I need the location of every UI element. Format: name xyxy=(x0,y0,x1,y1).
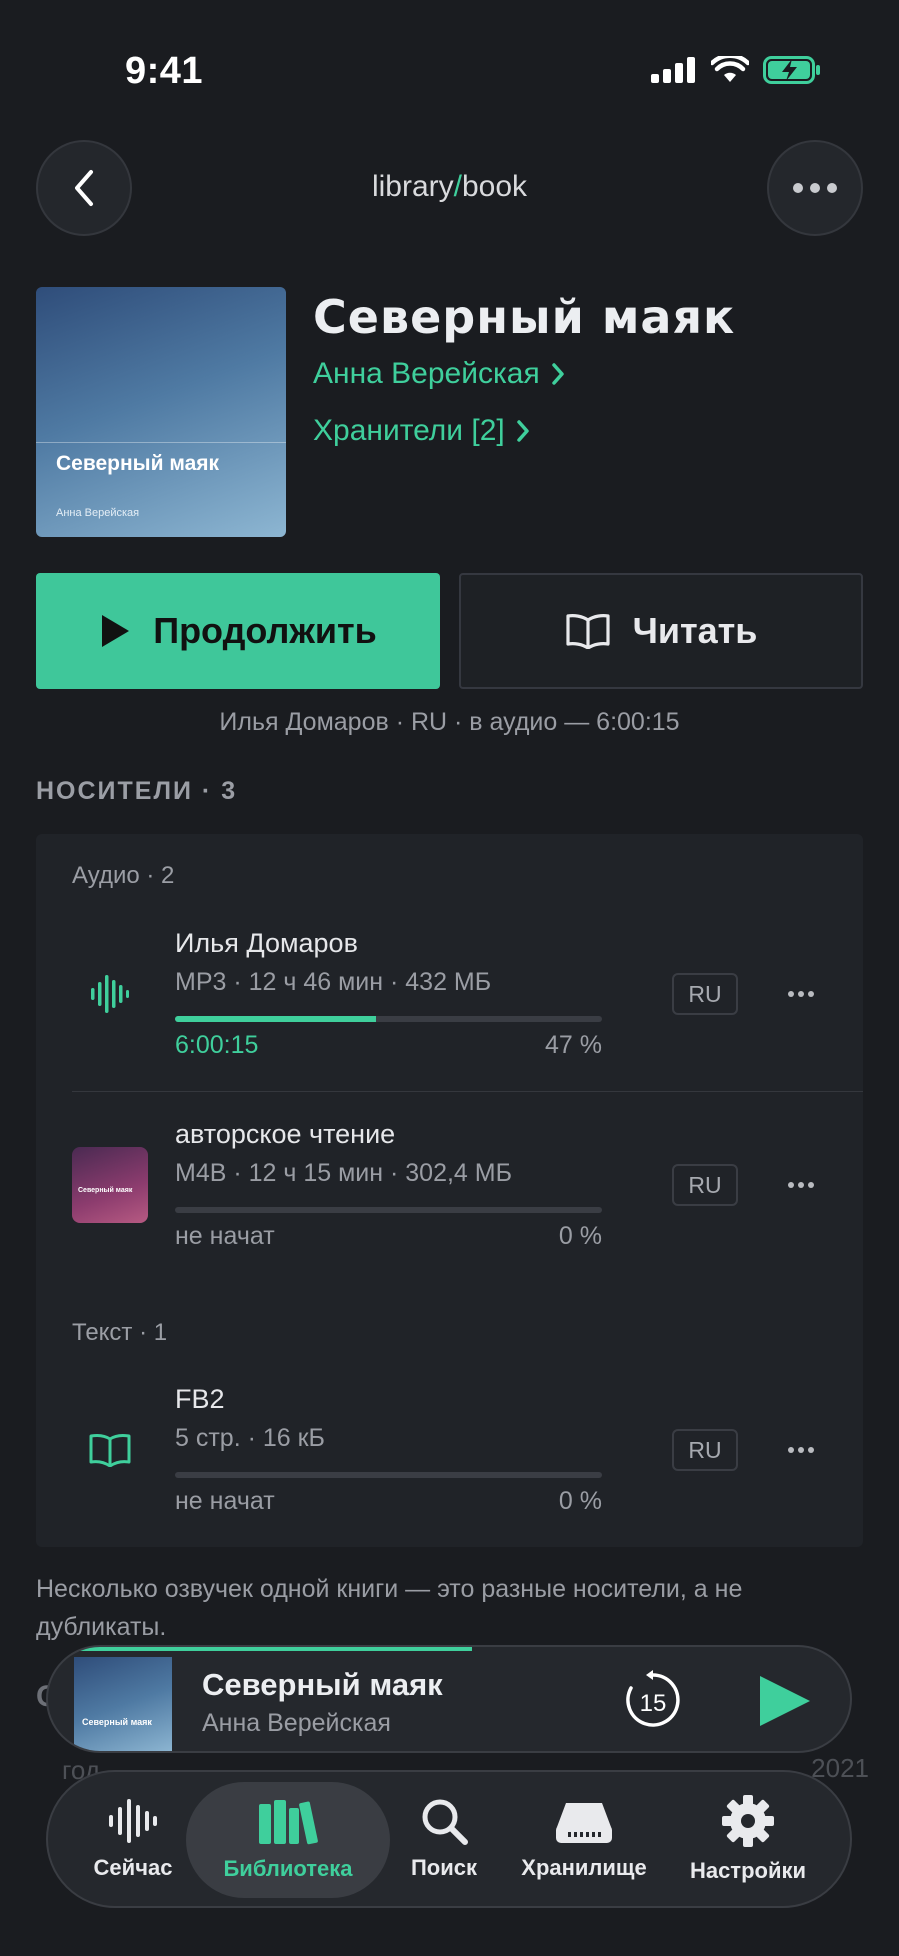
item-more-button[interactable] xyxy=(776,1170,826,1200)
more-horizontal-icon xyxy=(788,991,814,997)
play-icon xyxy=(102,615,130,647)
text-group-label: Текст · 1 xyxy=(72,1319,168,1346)
tab-label: Сейчас xyxy=(93,1855,173,1880)
media-item-status: не начат xyxy=(175,1487,275,1515)
mini-player-cover: Северный маяк xyxy=(74,1657,172,1751)
year-value: 2021 xyxy=(811,1753,869,1783)
book-open-icon xyxy=(72,1412,148,1488)
tab-now[interactable]: Сейчас xyxy=(78,1772,188,1906)
item-more-button[interactable] xyxy=(776,1435,826,1465)
battery-charging-icon xyxy=(763,56,820,84)
cover-title: Северный маяк xyxy=(56,452,220,475)
mini-player-progress xyxy=(78,1647,472,1651)
media-item-percent: 0 % xyxy=(558,1222,602,1250)
chevron-right-icon xyxy=(517,420,529,442)
search-icon xyxy=(422,1799,468,1845)
more-horizontal-icon xyxy=(788,1182,814,1188)
tab-bar: Сейчас Библиотека Поиск Хранилище Настро… xyxy=(46,1770,852,1908)
waveform-icon xyxy=(72,956,148,1032)
breadcrumb-parent[interactable]: library xyxy=(372,170,454,203)
audio-group-label: Аудио · 2 xyxy=(72,862,175,889)
media-item-progress xyxy=(175,1472,602,1478)
breadcrumb: library/book xyxy=(0,170,899,204)
svg-text:15: 15 xyxy=(640,1690,667,1717)
author-name: Анна Верейская xyxy=(313,357,540,390)
keepers-link[interactable]: Хранители [2] xyxy=(313,414,531,448)
cover-author: Анна Верейская xyxy=(56,507,140,519)
mini-player[interactable]: Северный маяк Северный маяк Анна Верейск… xyxy=(46,1645,852,1753)
mini-player-author: Анна Верейская xyxy=(202,1709,391,1737)
language-badge: RU xyxy=(672,973,738,1015)
media-item-title: Илья Домаров xyxy=(175,928,358,958)
books-icon xyxy=(259,1800,318,1845)
divider xyxy=(72,1091,863,1092)
media-item-text-fb2[interactable]: FB2 5 стр. · 16 кБ не начат 0 % RU xyxy=(36,1380,863,1520)
status-icons xyxy=(651,56,821,84)
item-more-button[interactable] xyxy=(776,979,826,1009)
media-item-meta: MP3 · 12 ч 46 мин · 432 МБ xyxy=(175,968,492,996)
media-note: Несколько озвучек одной книги — это разн… xyxy=(36,1575,743,1641)
media-section-header: НОСИТЕЛИ · 3 xyxy=(36,777,238,805)
book-open-icon xyxy=(565,614,610,649)
media-item-percent: 47 % xyxy=(545,1031,602,1059)
media-item-title: FB2 xyxy=(175,1384,225,1414)
media-thumbnail: Северный маяк xyxy=(72,1147,148,1223)
media-item-meta: M4B · 12 ч 15 мин · 302,4 МБ xyxy=(175,1159,513,1187)
tab-label: Поиск xyxy=(410,1855,478,1880)
media-item-progress xyxy=(175,1207,602,1213)
tab-label: Настройки xyxy=(689,1858,807,1883)
tab-label: Библиотека xyxy=(223,1856,353,1881)
breadcrumb-separator: / xyxy=(453,170,462,203)
waveform-icon xyxy=(109,1799,157,1843)
read-button[interactable]: Читать xyxy=(459,573,863,689)
narration-summary: Илья Домаров · RU · в аудио — 6:00:15 xyxy=(219,708,680,736)
mini-player-title: Северный маяк xyxy=(202,1667,443,1702)
keepers-label: Хранители [2] xyxy=(313,414,505,447)
tab-storage[interactable]: Хранилище xyxy=(514,1772,654,1906)
more-horizontal-icon xyxy=(793,183,837,193)
more-horizontal-icon xyxy=(788,1447,814,1453)
chevron-right-icon xyxy=(551,363,564,385)
book-cover: Северный маяк Анна Верейская xyxy=(36,287,286,537)
status-time: 9:41 xyxy=(125,50,204,92)
media-item-status: не начат xyxy=(175,1222,275,1250)
more-options-button[interactable] xyxy=(767,140,863,236)
media-item-audio-m4b[interactable]: Северный маяк авторское чтение M4B · 12 … xyxy=(36,1115,863,1255)
media-item-title: авторское чтение xyxy=(175,1119,396,1149)
wifi-icon xyxy=(711,56,749,82)
cellular-signal-icon xyxy=(651,57,695,83)
language-badge: RU xyxy=(672,1429,738,1471)
skip-back-15-icon[interactable]: 15 xyxy=(622,1669,684,1731)
tab-library[interactable]: Библиотека xyxy=(186,1782,390,1898)
book-title: Северный маяк xyxy=(313,290,736,344)
language-badge: RU xyxy=(672,1164,738,1206)
media-card: Аудио · 2 Илья Домаров MP3 · 12 ч 46 мин… xyxy=(36,834,863,1547)
storage-icon xyxy=(556,1803,612,1843)
progress-fill xyxy=(175,1016,376,1022)
author-link[interactable]: Анна Верейская xyxy=(313,357,566,391)
media-item-status: 6:00:15 xyxy=(175,1031,259,1059)
continue-button[interactable]: Продолжить xyxy=(36,573,440,689)
tab-search[interactable]: Поиск xyxy=(394,1772,494,1906)
media-item-progress xyxy=(175,1016,602,1022)
media-item-percent: 0 % xyxy=(558,1487,602,1515)
gear-icon xyxy=(722,1795,774,1847)
media-item-meta: 5 стр. · 16 кБ xyxy=(175,1424,325,1452)
media-item-audio-mp3[interactable]: Илья Домаров MP3 · 12 ч 46 мин · 432 МБ … xyxy=(36,924,863,1064)
continue-label: Продолжить xyxy=(153,610,377,651)
tab-settings[interactable]: Настройки xyxy=(678,1772,818,1906)
read-label: Читать xyxy=(632,610,758,651)
play-icon[interactable] xyxy=(754,1673,814,1729)
tab-label: Хранилище xyxy=(521,1855,647,1880)
breadcrumb-current: book xyxy=(461,170,528,203)
